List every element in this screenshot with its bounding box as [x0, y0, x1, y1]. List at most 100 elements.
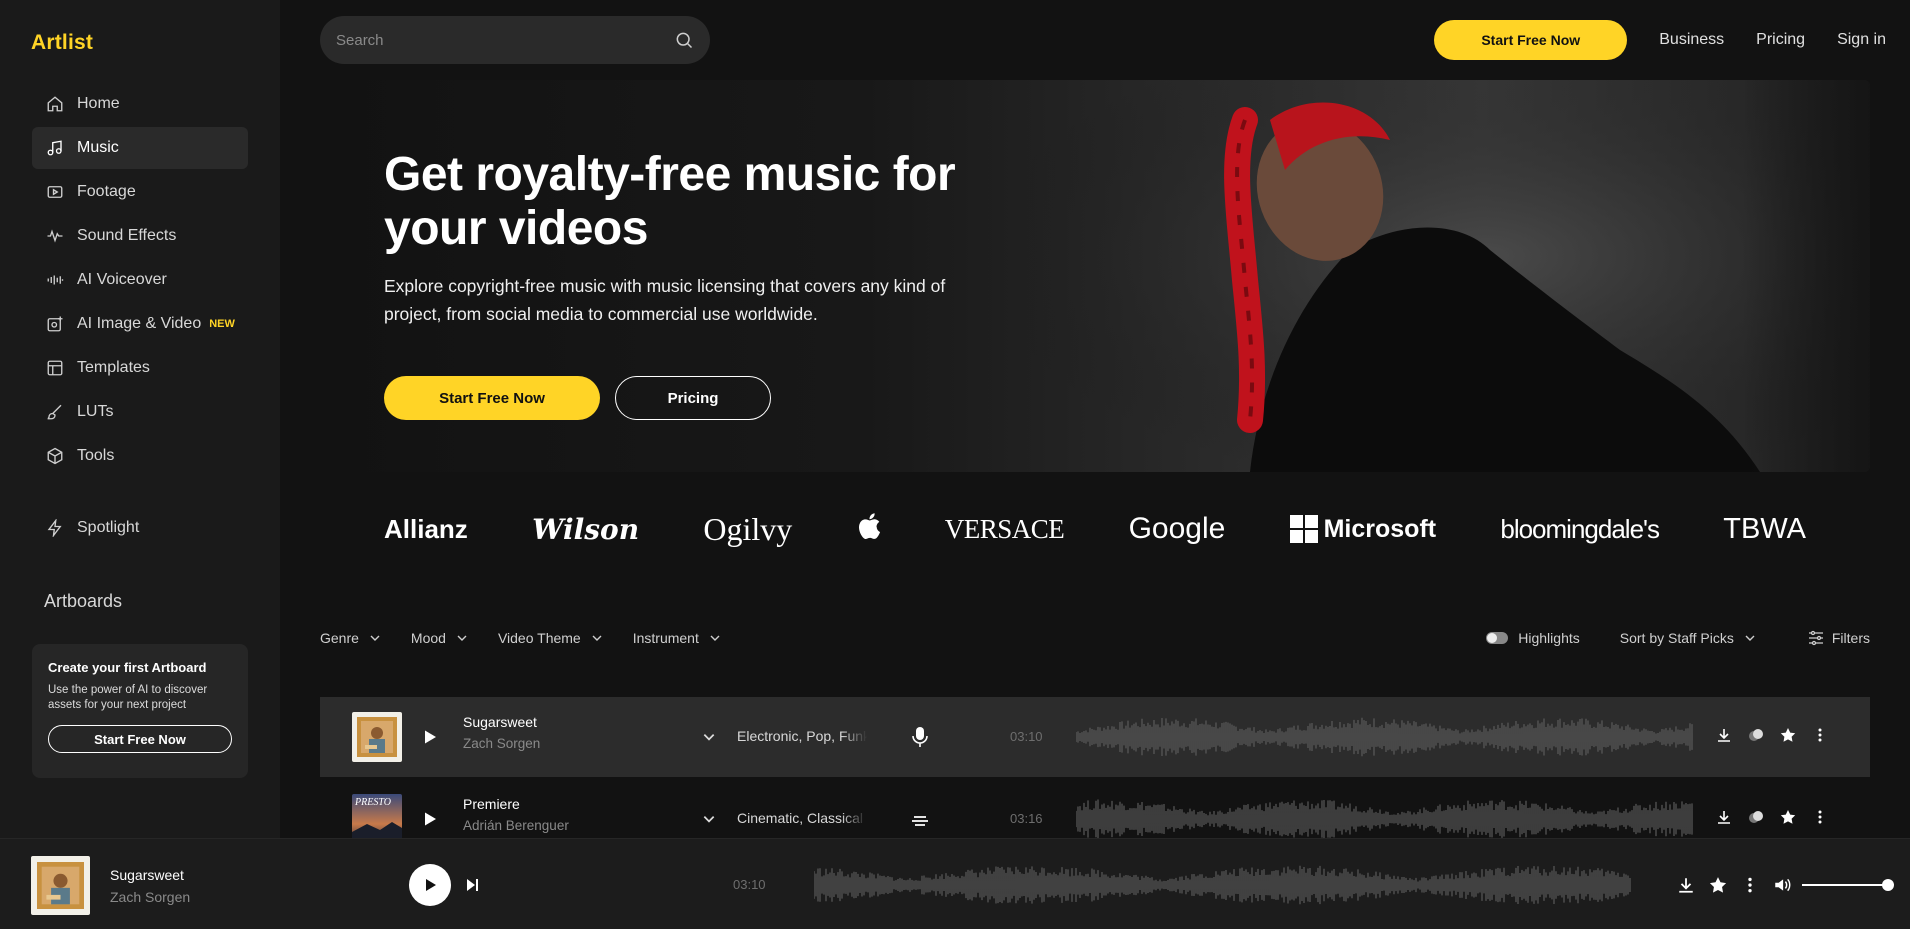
- sort-dropdown[interactable]: Sort by Staff Picks: [1620, 630, 1756, 646]
- download-icon[interactable]: [1677, 876, 1695, 894]
- new-badge: NEW: [209, 318, 235, 330]
- hero-pricing-button[interactable]: Pricing: [615, 376, 771, 420]
- nav-link-business[interactable]: Business: [1659, 31, 1724, 49]
- similar-icon[interactable]: [1748, 809, 1764, 825]
- artboard-card-title: Create your first Artboard: [48, 660, 207, 675]
- sidebar-item-label: LUTs: [77, 403, 114, 420]
- sidebar-item-luts[interactable]: LUTs: [32, 391, 248, 433]
- chevron-down-icon[interactable]: [702, 812, 716, 826]
- filters-label: Filters: [1831, 630, 1870, 646]
- track-artist[interactable]: Zach Sorgen: [463, 736, 540, 751]
- player-track-artist[interactable]: Zach Sorgen: [110, 889, 190, 905]
- sidebar-item-sound-effects[interactable]: Sound Effects: [32, 215, 248, 257]
- skip-next-icon[interactable]: [464, 877, 480, 893]
- sidebar-item-footage[interactable]: Footage: [32, 171, 248, 213]
- highlights-label: Highlights: [1518, 630, 1580, 646]
- templates-icon: [47, 360, 63, 376]
- sidebar-item-music[interactable]: Music: [32, 127, 248, 169]
- volume-icon[interactable]: [1773, 876, 1791, 894]
- sidebar-item-label: Tools: [77, 447, 115, 464]
- download-icon[interactable]: [1716, 727, 1732, 743]
- top-nav: Start Free Now Business Pricing Sign in: [1434, 20, 1886, 60]
- track-row[interactable]: Sugarsweet Zach Sorgen Electronic, Pop, …: [320, 697, 1870, 777]
- sidebar-item-ai-image-video[interactable]: AI Image & Video NEW: [32, 303, 248, 345]
- home-icon: [47, 96, 63, 112]
- player-play-button[interactable]: [409, 864, 451, 906]
- more-icon[interactable]: [1812, 809, 1828, 825]
- search-input[interactable]: [336, 31, 674, 49]
- volume-slider[interactable]: [1802, 879, 1894, 891]
- chevron-down-icon: [457, 635, 467, 641]
- track-genres[interactable]: Cinematic, Classical: [737, 810, 867, 826]
- microphone-icon: [912, 727, 928, 747]
- sliders-icon: [1808, 630, 1823, 646]
- play-icon[interactable]: [422, 811, 438, 827]
- allianz-logo: Allianz: [384, 513, 468, 544]
- filter-genre[interactable]: Genre: [320, 630, 381, 646]
- bloomingdales-logo: bloomingdale's: [1500, 513, 1660, 544]
- track-genres[interactable]: Electronic, Pop, Funk: [737, 728, 867, 744]
- artboards-heading: Artboards: [44, 591, 123, 611]
- star-icon[interactable]: [1780, 727, 1796, 743]
- sidebar-item-label: Spotlight: [77, 519, 140, 536]
- artlist-logo[interactable]: Artlist: [31, 31, 93, 55]
- hero-banner: Get royalty-free music for your videos E…: [320, 80, 1870, 472]
- more-icon[interactable]: [1812, 727, 1828, 743]
- filter-label: Mood: [410, 630, 446, 646]
- player-waveform[interactable]: [814, 865, 1632, 905]
- track-info: Premiere Adrián Berenguer: [463, 796, 569, 833]
- track-duration: 03:16: [1010, 811, 1043, 826]
- artboard-card-body: Use the power of AI to discover assets f…: [48, 684, 208, 711]
- microsoft-wordmark: Microsoft: [1323, 514, 1437, 543]
- track-title[interactable]: Sugarsweet: [463, 714, 540, 730]
- google-logo: Google: [1128, 512, 1226, 545]
- hero-image: [1020, 80, 1870, 472]
- track-title[interactable]: Premiere: [463, 796, 569, 812]
- brush-icon: [47, 404, 62, 420]
- filters-button[interactable]: Filters: [1808, 630, 1870, 646]
- nav-link-sign-in[interactable]: Sign in: [1837, 31, 1886, 49]
- similar-icon[interactable]: [1748, 727, 1764, 743]
- highlights-toggle[interactable]: [1486, 632, 1509, 644]
- sidebar-item-label: Templates: [77, 359, 150, 376]
- sidebar-item-templates[interactable]: Templates: [32, 347, 248, 389]
- sidebar-item-home[interactable]: Home: [32, 83, 248, 125]
- waveform-icon: [47, 229, 63, 243]
- track-waveform[interactable]: [1076, 717, 1694, 757]
- filter-instrument[interactable]: Instrument: [633, 630, 721, 646]
- hero-start-free-button[interactable]: Start Free Now: [384, 376, 600, 420]
- header-start-free-button[interactable]: Start Free Now: [1434, 20, 1628, 60]
- more-icon[interactable]: [1741, 876, 1759, 894]
- ai-image-icon: [47, 316, 63, 332]
- star-icon[interactable]: [1780, 809, 1796, 825]
- sidebar-item-label: AI Image & Video: [77, 315, 202, 332]
- player-track-title[interactable]: Sugarsweet: [110, 867, 184, 883]
- track-waveform[interactable]: [1076, 799, 1694, 839]
- chevron-down-icon[interactable]: [702, 730, 716, 744]
- sidebar-item-ai-voiceover[interactable]: AI Voiceover: [32, 259, 248, 301]
- filter-label: Instrument: [632, 630, 699, 646]
- cover-text: PRESTO: [354, 797, 391, 808]
- player-cover: [31, 856, 90, 915]
- wilson-logo: Wilson: [532, 512, 640, 546]
- sidebar-item-tools[interactable]: Tools: [32, 435, 248, 477]
- main-nav: Home Music Footage Sound Effects AI Voic…: [32, 83, 248, 479]
- track-artist[interactable]: Adrián Berenguer: [463, 818, 569, 833]
- track-row[interactable]: PRESTO Premiere Adrián Berenguer Cinemat…: [320, 779, 1870, 839]
- filter-mood[interactable]: Mood: [411, 630, 468, 646]
- track-cover: PRESTO: [352, 794, 402, 839]
- filter-video-theme[interactable]: Video Theme: [498, 630, 603, 646]
- search-icon[interactable]: [674, 30, 694, 50]
- track-cover: [352, 712, 402, 762]
- play-icon[interactable]: [422, 729, 438, 745]
- artboard-start-free-button[interactable]: Start Free Now: [48, 725, 232, 753]
- track-actions: [1716, 809, 1844, 825]
- star-icon[interactable]: [1709, 876, 1727, 894]
- track-duration: 03:10: [1010, 729, 1043, 744]
- nav-link-pricing[interactable]: Pricing: [1756, 31, 1805, 49]
- download-icon[interactable]: [1716, 809, 1732, 825]
- sidebar-item-spotlight[interactable]: Spotlight: [32, 507, 248, 549]
- instrumental-icon: [912, 816, 928, 826]
- search-bar: [320, 16, 710, 64]
- voice-bars-icon: [47, 275, 64, 285]
